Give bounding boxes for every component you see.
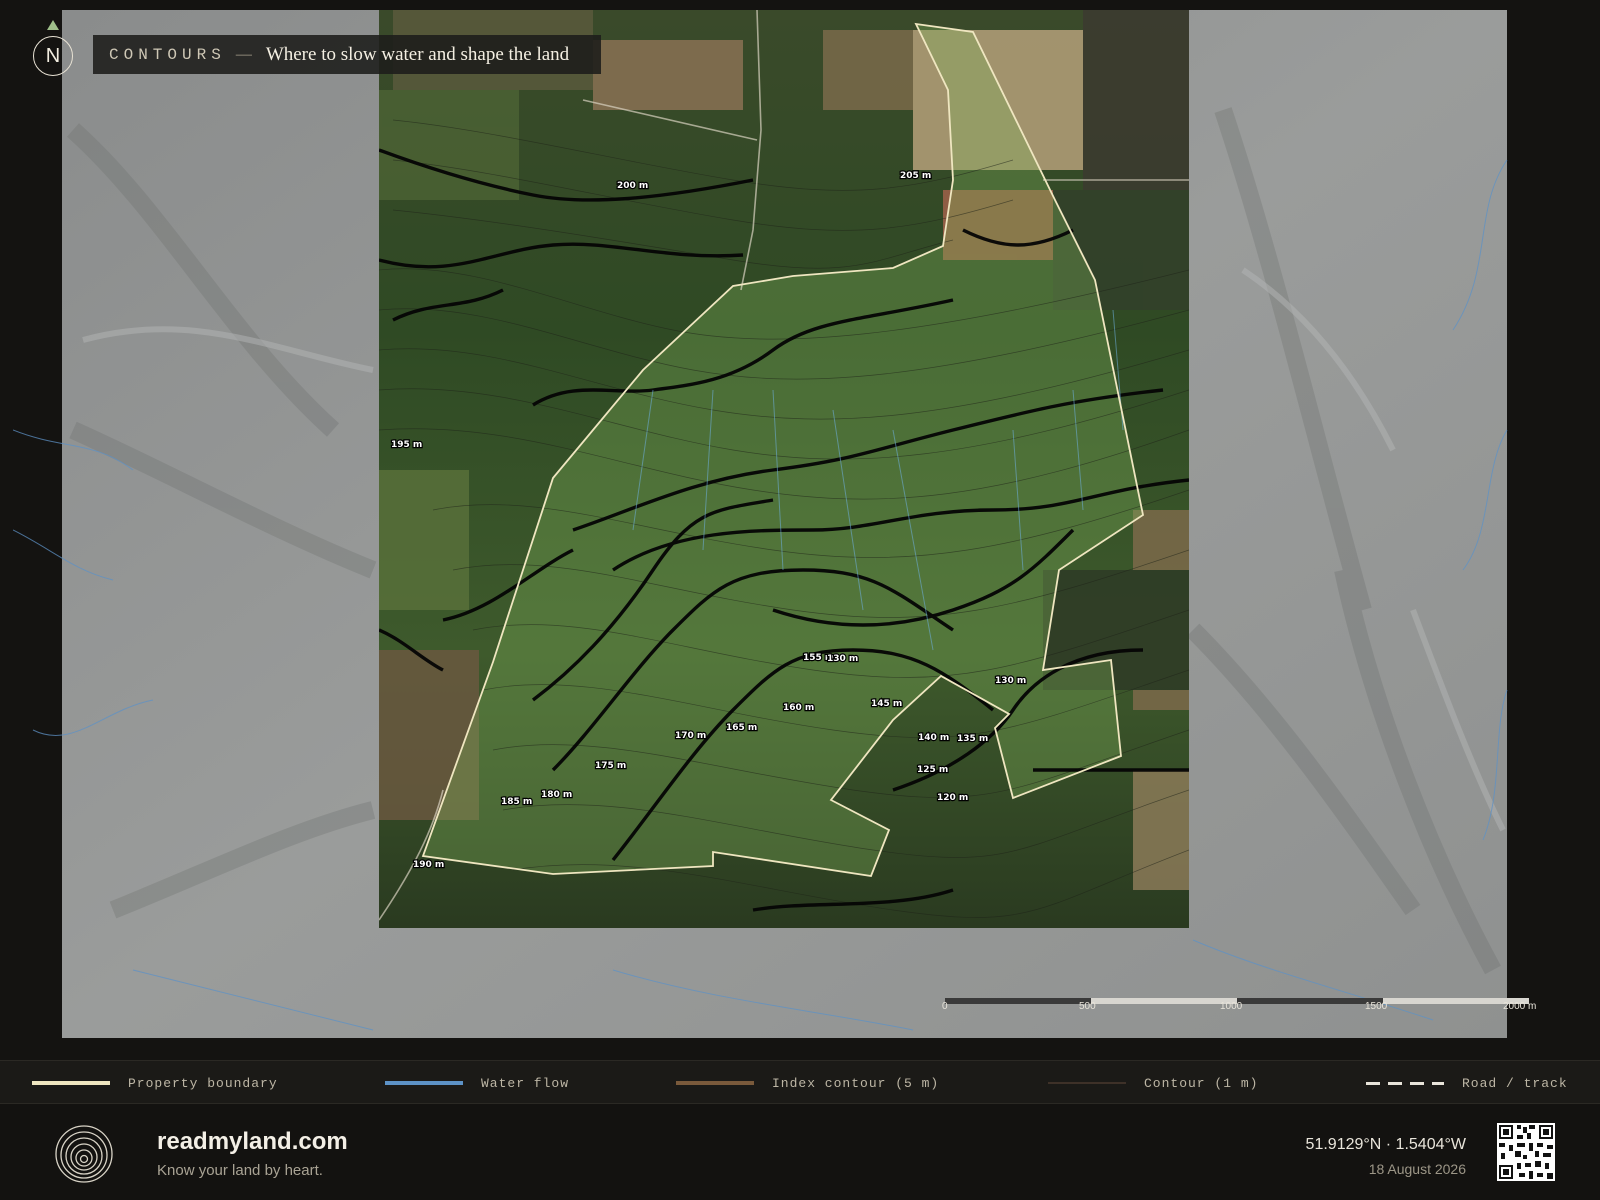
contour-label: 145 m (871, 699, 902, 709)
scale-tick-label: 0 (942, 1001, 948, 1012)
contour-label: 130 m (995, 676, 1026, 686)
map-canvas[interactable]: 205 m 200 m 195 m 190 m 185 m 180 m 175 … (13, 10, 1538, 1058)
legend-label: Water flow (481, 1075, 570, 1091)
map-svg: 205 m 200 m 195 m 190 m 185 m 180 m 175 … (13, 10, 1538, 1058)
legend-item-water: Water flow (385, 1061, 569, 1105)
scale-tick-label: 500 (1079, 1001, 1096, 1012)
contour-label: 125 m (917, 765, 948, 775)
contour-label: 160 m (783, 703, 814, 713)
brand-tagline: Know your land by heart. (157, 1162, 323, 1179)
scale-tick-label: 2000 m (1503, 1001, 1537, 1012)
legend-label: Road / track (1462, 1075, 1568, 1091)
qr-code-icon[interactable] (1497, 1123, 1555, 1181)
contour-label: 205 m (900, 171, 931, 181)
map-title: CONTOURS — Where to slow water and shape… (93, 35, 601, 74)
contour-label: 200 m (617, 181, 648, 191)
contour-logo-icon (55, 1125, 113, 1183)
contour-label: 170 m (675, 731, 706, 741)
title-subtitle: Where to slow water and shape the land (265, 43, 570, 65)
legend-swatch-contour (1048, 1082, 1126, 1084)
brand-name[interactable]: readmyland.com (157, 1128, 348, 1156)
legend-label: Index contour (5 m) (772, 1075, 940, 1091)
footer: readmyland.com Know your land by heart. … (0, 1104, 1600, 1200)
contour-label: 120 m (937, 793, 968, 803)
title-kicker: CONTOURS (109, 45, 226, 64)
contour-label: 195 m (391, 440, 422, 450)
legend-swatch-boundary (32, 1081, 110, 1085)
legend-swatch-water (385, 1081, 463, 1085)
legend-swatch-road (1366, 1081, 1444, 1085)
legend-label: Contour (1 m) (1144, 1075, 1259, 1091)
legend-item-boundary: Property boundary (32, 1061, 278, 1105)
contour-label: 165 m (726, 723, 757, 733)
legend-swatch-index-contour (676, 1081, 754, 1085)
legend-label: Property boundary (128, 1075, 278, 1091)
map-frame: 205 m 200 m 195 m 190 m 185 m 180 m 175 … (0, 0, 1600, 1060)
title-dash: — (235, 45, 252, 63)
scale-tick-label: 1500 (1365, 1001, 1388, 1012)
north-indicator: N (33, 36, 73, 76)
contour-label: 140 m (918, 733, 949, 743)
contour-label: 185 m (501, 797, 532, 807)
map-legend: Property boundary Water flow Index conto… (0, 1060, 1600, 1104)
contour-label: 180 m (541, 790, 572, 800)
map-coordinates: 51.9129°N · 1.5404°W (1305, 1136, 1466, 1153)
legend-item-contour: Contour (1 m) (1048, 1061, 1258, 1105)
map-date: 18 August 2026 (1368, 1161, 1466, 1177)
contour-label: 190 m (413, 860, 444, 870)
contour-label: 130 m (827, 654, 858, 664)
contour-label: 135 m (957, 734, 988, 744)
scale-tick-label: 1000 (1220, 1001, 1243, 1012)
legend-item-road: Road / track (1366, 1061, 1568, 1105)
north-arrow-icon (47, 20, 59, 30)
legend-item-index-contour: Index contour (5 m) (676, 1061, 939, 1105)
contour-label: 175 m (595, 761, 626, 771)
